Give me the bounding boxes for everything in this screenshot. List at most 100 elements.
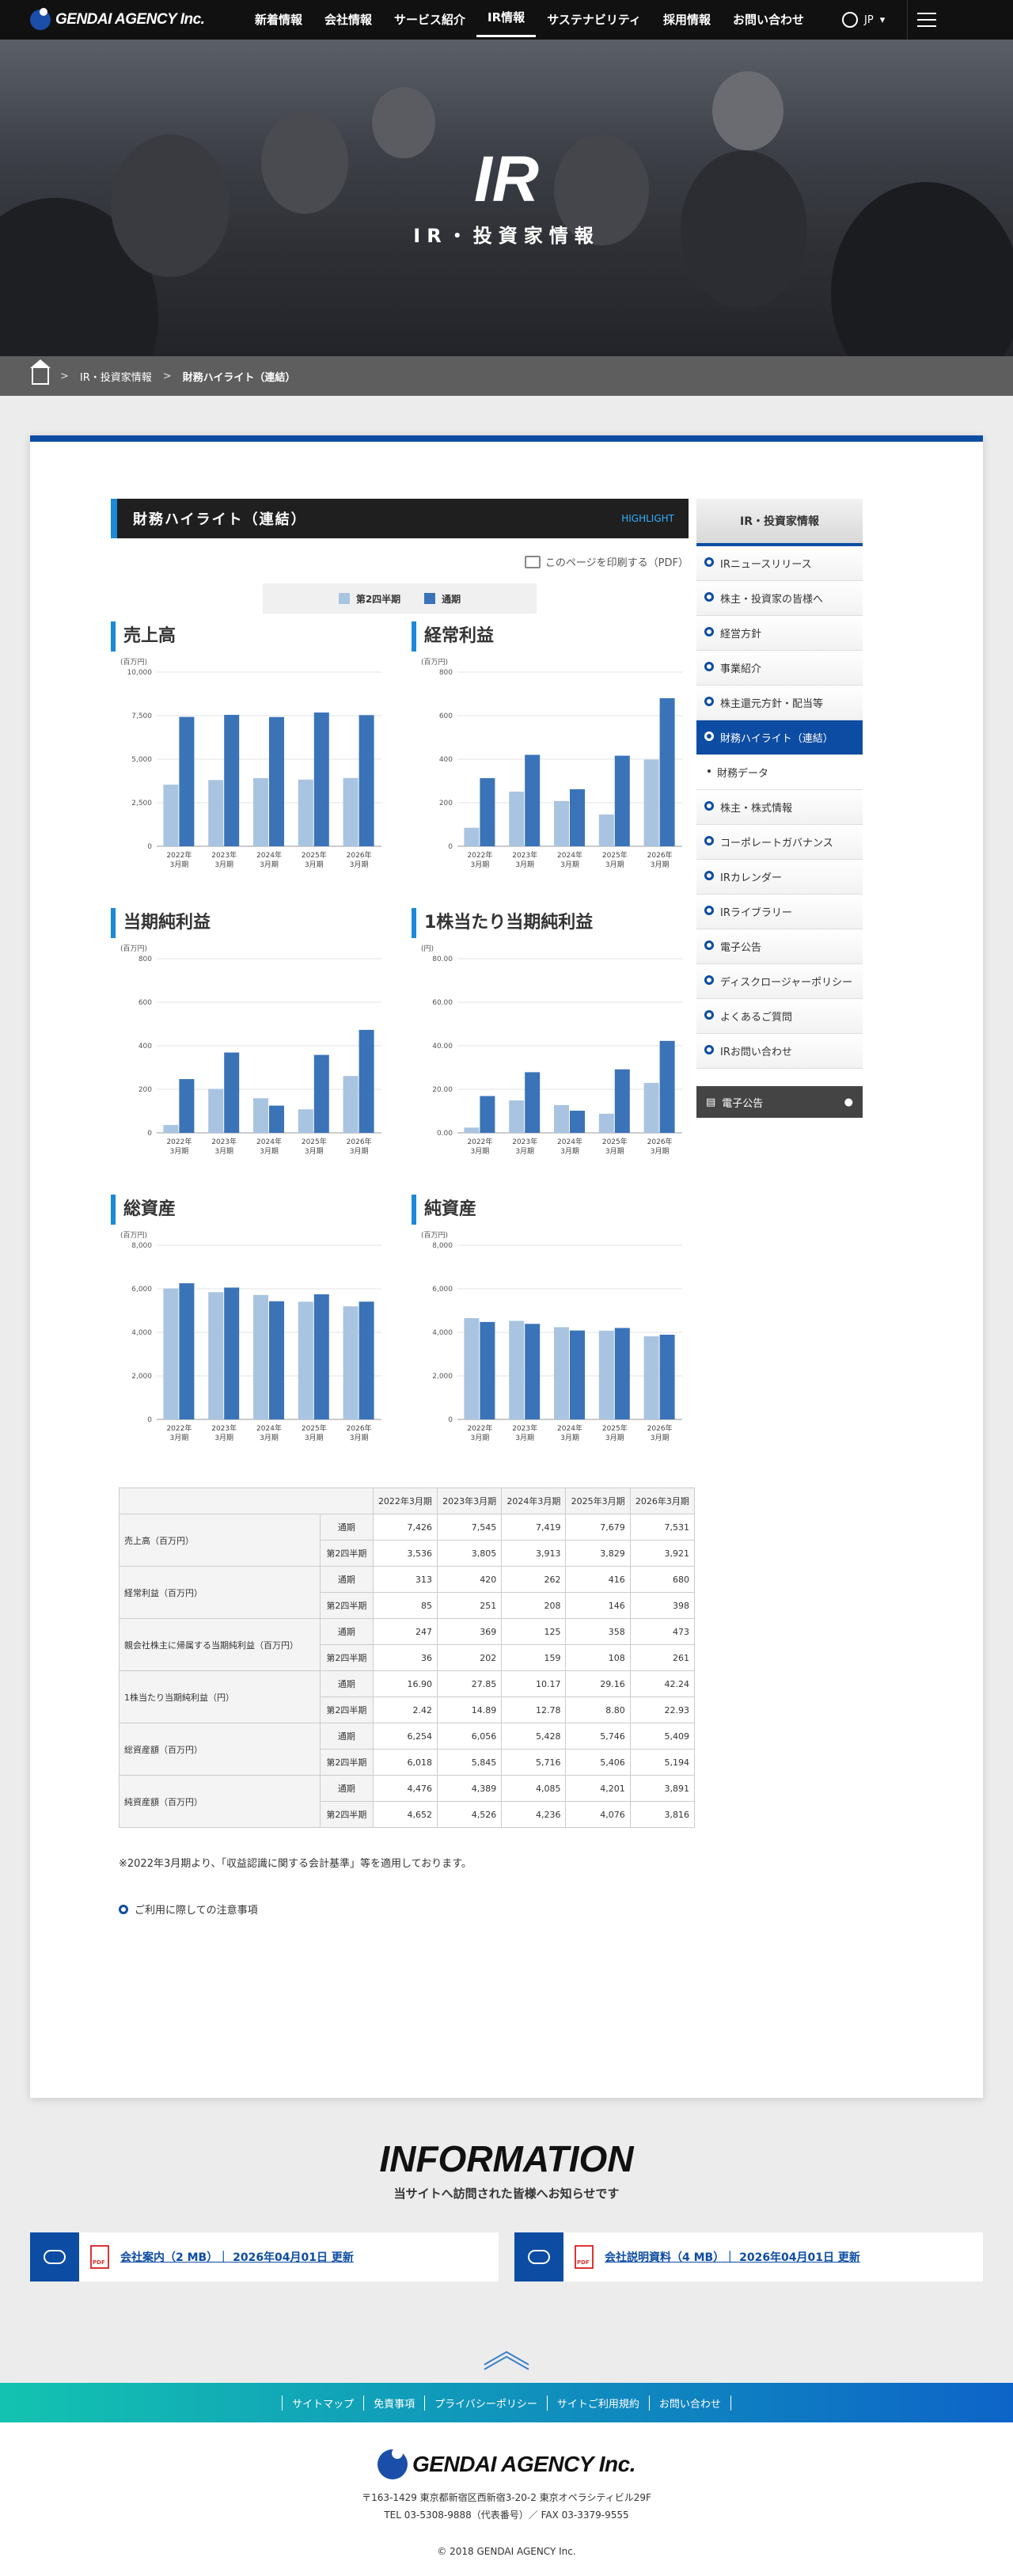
bar-full (659, 1334, 675, 1419)
sidebar-item[interactable]: 株主・株式情報 (696, 790, 863, 825)
accounting-note: ※2022年3月期より、「収益認識に関する会計基準」等を適用しております。 (119, 1858, 472, 1870)
sidebar-item[interactable]: 事業紹介 (696, 651, 863, 686)
nav-ir[interactable]: IR情報 (476, 0, 537, 37)
table-cell: 42.24 (629, 1670, 696, 1697)
sidebar-item-label: ディスクロージャーポリシー (720, 977, 853, 989)
cloud-download-icon (30, 2232, 79, 2282)
print-link[interactable]: このページを印刷する（PDF） (111, 554, 689, 569)
site-logo[interactable]: GENDAI AGENCY Inc. (30, 8, 244, 30)
download-item[interactable]: 会社説明資料（4 MB）｜ 2026年04月01日 更新 (514, 2232, 983, 2282)
home-icon[interactable] (30, 359, 51, 385)
footer-link-privacy[interactable]: プライバシーポリシー (424, 2395, 547, 2411)
table-cell: 4,652 (372, 1801, 438, 1828)
sidebar-item[interactable]: IRニュースリリース (696, 546, 863, 581)
bar-full (614, 1069, 630, 1133)
x-tick-label: 2022年 (467, 1137, 492, 1146)
sidebar-item[interactable]: IRお問い合わせ (696, 1034, 863, 1069)
hero-title: IR (474, 143, 539, 215)
y-tick-label: 6,000 (131, 1286, 152, 1294)
sidebar-item-label: よくあるご質問 (720, 1012, 793, 1024)
download-link-presentation[interactable]: 会社説明資料（4 MB）｜ 2026年04月01日 更新 (605, 2249, 860, 2265)
x-tick-label: 3月期 (170, 1434, 189, 1442)
bar-chart: (百万円)02004006008002022年3月期2023年3月期2024年3… (120, 944, 381, 1156)
x-tick-label: 3月期 (214, 1147, 233, 1156)
language-selector[interactable]: JP ▾ (842, 12, 885, 28)
table-cell: 3,913 (501, 1540, 567, 1567)
table-row: 1株当たり当期純利益（円） 通期 16.90 27.85 10.17 29.16 42.24 (119, 1670, 696, 1723)
bar-full (313, 1054, 329, 1133)
table-cell: 16.90 (372, 1670, 438, 1697)
row-label: 経常利益（百万円） (119, 1566, 321, 1619)
sidebar-item[interactable]: 株主還元方針・配当等 (696, 686, 863, 720)
bar-half (343, 777, 359, 846)
section-title-bar: 財務ハイライト（連結） HIGHLIGHT (111, 499, 689, 538)
download-link-company[interactable]: 会社案内（2 MB）｜ 2026年04月01日 更新 (120, 2249, 354, 2265)
back-to-top-icon[interactable] (483, 2347, 530, 2371)
nav-service[interactable]: サービス紹介 (383, 0, 476, 40)
sidebar-item[interactable]: IRライブラリー (696, 895, 863, 929)
sidebar-item[interactable]: 電子公告 (696, 929, 863, 964)
y-tick-label: 0 (448, 1416, 453, 1424)
breadcrumb-parent[interactable]: IR・投資家情報 (80, 369, 152, 384)
nav-news[interactable]: 新着情報 (244, 0, 313, 40)
sidebar-item[interactable]: コーポレートガバナンス (696, 825, 863, 860)
table-cell: 159 (501, 1644, 567, 1671)
sidebar-item[interactable]: ディスクロージャーポリシー (696, 964, 863, 999)
period-label: 第2四半期 (319, 1696, 374, 1723)
x-tick-label: 3月期 (471, 1147, 490, 1156)
table-header: 2022年3月期 (372, 1487, 438, 1514)
sidebar-item[interactable]: IRカレンダー (696, 860, 863, 895)
table-cell: 3,816 (629, 1801, 696, 1828)
chart-sales: 売上高 (百万円) 0 2,500 5,000 7,500 10,000 2022年 3月期 20… (111, 621, 388, 887)
sidebar-item[interactable]: 株主・投資家の皆様へ (696, 581, 863, 616)
chart-unit: (百万円) (120, 944, 147, 953)
nav-sustainability[interactable]: サステナビリティ (536, 0, 652, 40)
pdf-icon (575, 2245, 594, 2269)
y-tick-label: 200 (439, 800, 453, 807)
x-tick-label: 2024年 (557, 1423, 582, 1433)
x-tick-label: 3月期 (651, 861, 670, 869)
x-tick-label: 2026年 (647, 850, 673, 860)
footer-link-disclaimer[interactable]: 免責事項 (363, 2395, 424, 2411)
sidebar-e-notice-button[interactable]: ▤ 電子公告 ● (696, 1086, 863, 1118)
bullet-icon (708, 769, 711, 773)
bar-full (359, 1029, 374, 1133)
bar-half (343, 1306, 359, 1419)
x-tick-label: 2024年 (557, 850, 582, 860)
table-cell: 3,921 (629, 1540, 696, 1567)
table-row: 親会社株主に帰属する当期純利益（百万円） 通期 247 369 125 358 473 (119, 1618, 696, 1671)
hamburger-menu-button[interactable] (907, 0, 945, 40)
table-cell: 420 (437, 1566, 503, 1593)
notice-link[interactable]: ご利用に際しての注意事項 (119, 1902, 689, 1917)
y-tick-label: 800 (138, 956, 152, 963)
download-item[interactable]: 会社案内（2 MB）｜ 2026年04月01日 更新 (30, 2232, 499, 2282)
table-row: 総資産額（百万円） 通期 6,254 6,056 5,428 5,746 5,409 (119, 1723, 696, 1776)
sidebar-item[interactable]: 財務データ (696, 755, 863, 790)
x-tick-label: 3月期 (170, 1147, 189, 1156)
footer-link-terms[interactable]: サイトご利用規約 (546, 2395, 649, 2411)
nav-contact[interactable]: お問い合わせ (722, 0, 815, 40)
bar-chart: (百万円)02,5005,0007,50010,0002022年3月期2023年… (120, 658, 381, 869)
bar-half (643, 1082, 659, 1133)
circle-bullet-icon (704, 1045, 714, 1054)
printer-icon (524, 555, 541, 568)
sidebar-item-label: 株主・投資家の皆様へ (720, 594, 824, 606)
sidebar-item[interactable]: よくあるご質問 (696, 999, 863, 1034)
table-cell: 4,201 (565, 1775, 631, 1802)
x-tick-label: 3月期 (515, 861, 534, 869)
footer-link-sitemap[interactable]: サイトマップ (282, 2395, 363, 2411)
footer-link-contact[interactable]: お問い合わせ (648, 2395, 731, 2411)
circle-bullet-icon (704, 906, 714, 915)
x-tick-label: 3月期 (350, 861, 369, 869)
table-cell: 14.89 (437, 1696, 503, 1723)
bar-half (208, 1292, 224, 1419)
nav-recruit[interactable]: 採用情報 (652, 0, 722, 40)
table-cell: 4,526 (437, 1801, 503, 1828)
nav-company[interactable]: 会社情報 (313, 0, 383, 40)
sidebar-item[interactable]: 経営方針 (696, 616, 863, 651)
bar-full (313, 712, 329, 846)
financial-table-wrap: 2022年3月期 2023年3月期 2024年3月期 2025年3月期 2026… (119, 1487, 696, 1828)
footer-logo[interactable]: GENDAI AGENCY Inc. (0, 2448, 1013, 2479)
sidebar-item[interactable]: 財務ハイライト（連結） (696, 720, 863, 755)
bar-full (525, 1324, 541, 1419)
